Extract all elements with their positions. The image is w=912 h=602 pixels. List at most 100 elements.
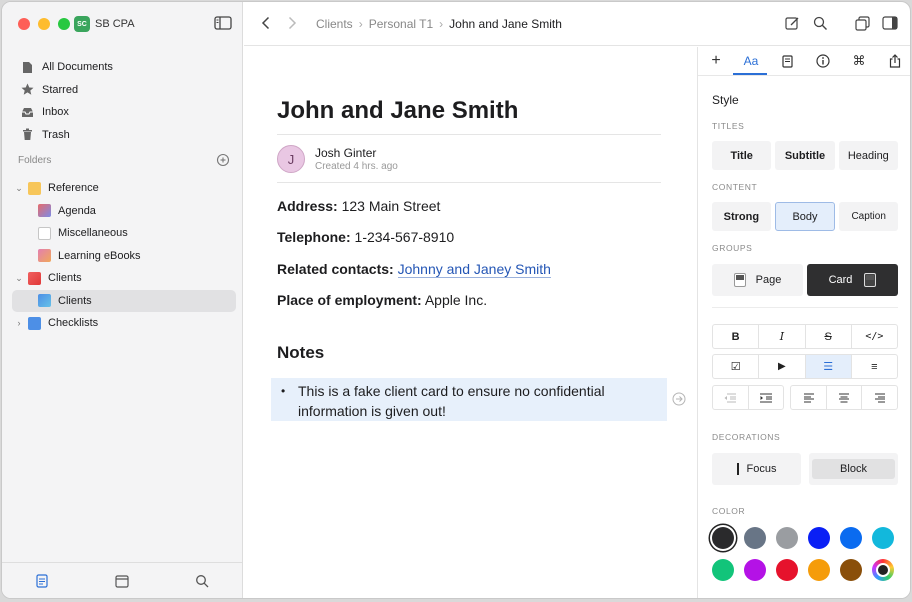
bullet-list-button[interactable]: ☰ xyxy=(805,355,852,378)
search-icon[interactable] xyxy=(195,574,209,588)
share-icon xyxy=(889,54,901,68)
page-group-button[interactable]: Page xyxy=(712,264,803,296)
title-style-button[interactable]: Title xyxy=(712,141,772,170)
code-button[interactable]: </> xyxy=(852,325,897,348)
block-decoration-button[interactable]: Block xyxy=(809,453,898,485)
compose-button[interactable] xyxy=(784,15,800,31)
style-inspector: + Aa ⌘ Style TITLES Title Subtitle Headi… xyxy=(697,47,910,598)
color-swatch[interactable] xyxy=(776,559,798,581)
note-list-item[interactable]: • This is a fake client card to ensure n… xyxy=(271,378,667,421)
sidebar-item-inbox[interactable]: Inbox xyxy=(12,101,236,124)
calendar-icon[interactable] xyxy=(115,574,129,588)
sidebar-item-all-documents[interactable]: All Documents xyxy=(12,56,236,79)
tree-item-label: Clients xyxy=(58,294,92,307)
documents-view-icon[interactable] xyxy=(35,573,49,588)
document-clients[interactable]: Clients xyxy=(12,289,236,312)
color-swatch[interactable] xyxy=(808,559,830,581)
decorations-group: Focus Block xyxy=(712,453,898,485)
page-icon xyxy=(733,273,746,287)
zoom-window-button[interactable] xyxy=(58,18,70,30)
indent-group xyxy=(712,385,785,410)
strikethrough-button[interactable]: S xyxy=(806,325,852,348)
color-swatch[interactable] xyxy=(776,527,798,549)
chevron-down-icon[interactable]: ⌄ xyxy=(14,273,24,284)
color-swatch[interactable] xyxy=(744,559,766,581)
created-timestamp: Created 4 hrs. ago xyxy=(315,161,398,172)
duplicate-window-button[interactable] xyxy=(854,15,870,31)
tree-item-label: Clients xyxy=(48,272,82,285)
minimize-window-button[interactable] xyxy=(38,18,50,30)
checklist-button[interactable]: ☑ xyxy=(713,355,760,378)
subtitle-style-button[interactable]: Subtitle xyxy=(775,141,835,170)
employment-field[interactable]: Place of employment: Apple Inc. xyxy=(277,292,487,308)
search-icon xyxy=(813,16,827,30)
italic-button[interactable]: I xyxy=(759,325,806,348)
tab-document[interactable] xyxy=(779,53,795,69)
color-swatch[interactable] xyxy=(808,527,830,549)
sidebar-item-trash[interactable]: Trash xyxy=(12,124,236,147)
address-field[interactable]: Address: 123 Main Street xyxy=(277,198,440,214)
outdent-button[interactable] xyxy=(713,386,749,409)
document-agenda[interactable]: Agenda xyxy=(12,200,236,223)
arrow-right-circle-icon[interactable] xyxy=(672,392,686,406)
color-swatch[interactable] xyxy=(840,559,862,581)
strong-style-button[interactable]: Strong xyxy=(712,202,771,231)
toggle-list-button[interactable]: ▶ xyxy=(759,355,806,378)
sidebar: SC SB CPA All Documents Starred Inbox Tr… xyxy=(2,2,243,598)
color-swatch[interactable] xyxy=(872,527,894,549)
color-swatches xyxy=(712,527,898,581)
numbered-list-button[interactable]: ≡ xyxy=(852,355,897,378)
tab-share[interactable] xyxy=(887,53,903,69)
align-left-button[interactable] xyxy=(791,386,827,409)
inspector-toggle-button[interactable] xyxy=(882,15,898,31)
color-swatch[interactable] xyxy=(744,527,766,549)
app-window: SC SB CPA All Documents Starred Inbox Tr… xyxy=(1,1,911,599)
tab-add[interactable]: + xyxy=(708,52,724,69)
folder-checklists[interactable]: › Checklists xyxy=(12,312,236,335)
forward-button[interactable] xyxy=(284,15,300,31)
breadcrumb-item[interactable]: Personal T1 xyxy=(369,17,433,31)
telephone-field[interactable]: Telephone: 1-234-567-8910 xyxy=(277,229,454,245)
sidebar-toggle-icon[interactable] xyxy=(214,16,232,30)
style-heading: Style xyxy=(712,93,739,107)
document-miscellaneous[interactable]: Miscellaneous xyxy=(12,222,236,245)
page-title[interactable]: John and Jane Smith xyxy=(277,97,518,125)
color-swatch[interactable] xyxy=(712,559,734,581)
indent-icon xyxy=(760,393,773,402)
document-learning-ebooks[interactable]: Learning eBooks xyxy=(12,245,236,268)
tab-info[interactable] xyxy=(815,53,831,69)
toolbar: Clients › Personal T1 › John and Jane Sm… xyxy=(244,2,910,46)
indent-button[interactable] xyxy=(749,386,784,409)
align-center-button[interactable] xyxy=(827,386,863,409)
folder-reference[interactable]: ⌄ Reference xyxy=(12,177,236,200)
chevron-down-icon[interactable]: ⌄ xyxy=(14,183,24,194)
close-window-button[interactable] xyxy=(18,18,30,30)
heading-style-button[interactable]: Heading xyxy=(838,141,898,170)
align-left-icon xyxy=(803,393,814,402)
related-contact-link[interactable]: Johnny and Janey Smith xyxy=(397,261,551,278)
card-group-button[interactable]: Card xyxy=(807,264,898,296)
back-button[interactable] xyxy=(258,15,274,31)
tab-shortcuts[interactable]: ⌘ xyxy=(851,53,867,69)
bold-button[interactable]: B xyxy=(713,325,760,348)
notes-heading[interactable]: Notes xyxy=(277,343,324,363)
color-swatch[interactable] xyxy=(712,527,734,549)
caption-style-button[interactable]: Caption xyxy=(839,202,899,231)
color-swatch[interactable] xyxy=(840,527,862,549)
search-button[interactable] xyxy=(812,15,828,31)
sidebar-item-starred[interactable]: Starred xyxy=(12,79,236,102)
related-contacts-field[interactable]: Related contacts: Johnny and Janey Smith xyxy=(277,261,551,278)
field-value: Apple Inc. xyxy=(424,292,488,308)
folder-clients[interactable]: ⌄ Clients xyxy=(12,267,236,290)
breadcrumb-current: John and Jane Smith xyxy=(449,17,562,31)
add-folder-icon[interactable] xyxy=(216,153,230,167)
custom-color-swatch[interactable] xyxy=(872,559,894,581)
breadcrumb-item[interactable]: Clients xyxy=(316,17,353,31)
focus-decoration-button[interactable]: Focus xyxy=(712,453,801,485)
body-style-button[interactable]: Body xyxy=(774,202,836,231)
tab-style[interactable]: Aa xyxy=(742,53,760,69)
document-editor[interactable]: John and Jane Smith J Josh Ginter Create… xyxy=(244,47,697,598)
author-divider xyxy=(277,182,661,183)
align-right-button[interactable] xyxy=(862,386,897,409)
chevron-right-icon[interactable]: › xyxy=(14,318,24,328)
